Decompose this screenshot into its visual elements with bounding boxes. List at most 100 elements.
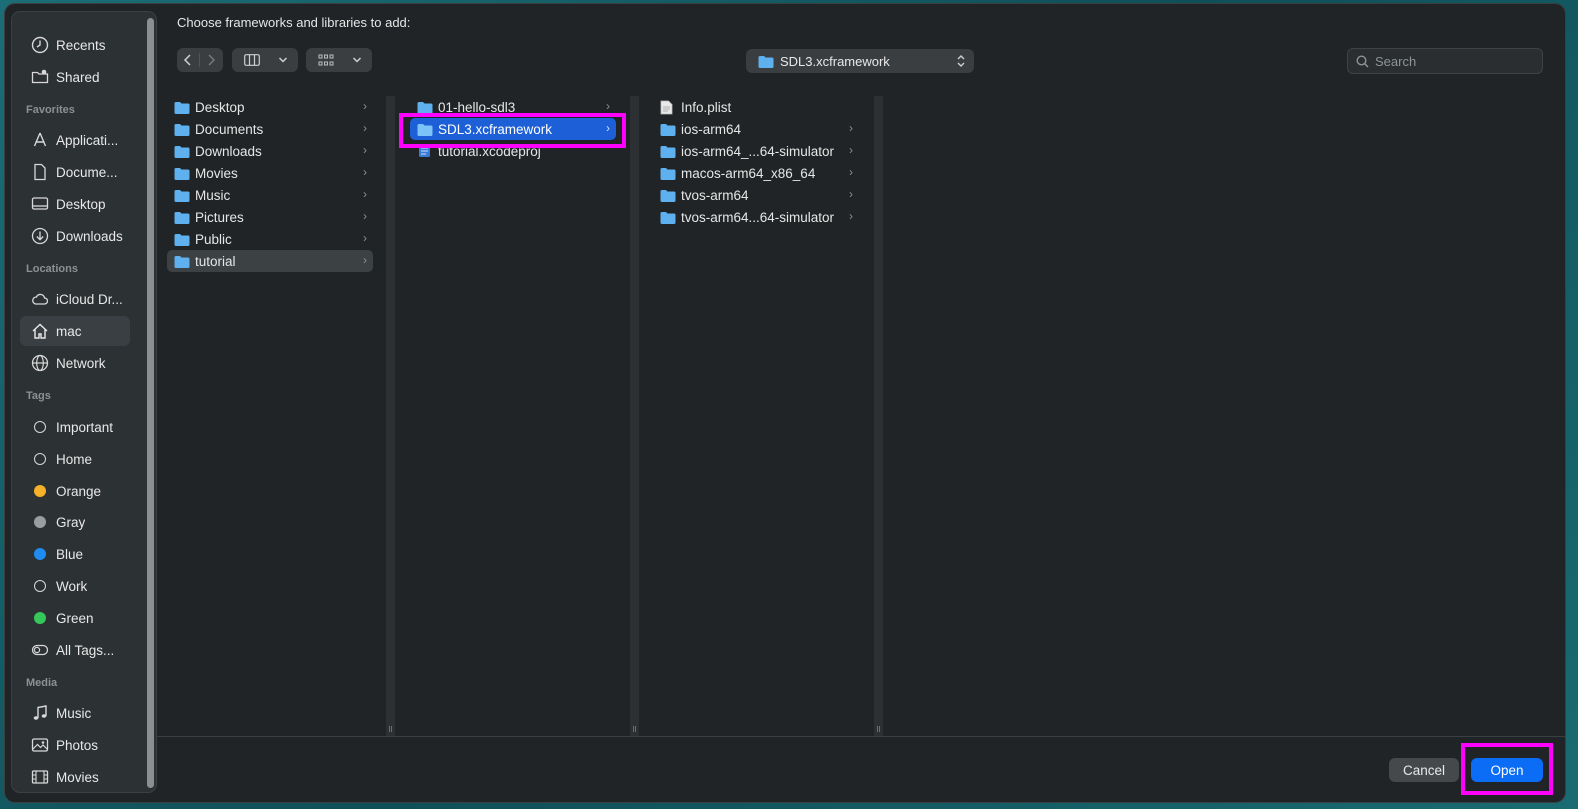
- chevron-right-icon: ›: [363, 231, 367, 245]
- sidebar-item-applications[interactable]: Applicati...: [20, 125, 130, 155]
- list-item-label: tvos-arm64...64-simulator: [681, 209, 835, 225]
- list-item-info-plist[interactable]: Info.plist: [653, 96, 859, 118]
- list-item-macos-arm64-x86-64[interactable]: macos-arm64_x86_64 ›: [653, 162, 859, 184]
- sidebar-item-label: Docume...: [56, 164, 118, 180]
- chevron-right-icon: ›: [363, 143, 367, 157]
- column-resize-handle[interactable]: [874, 96, 883, 736]
- sidebar-item-tag-orange[interactable]: Orange: [20, 476, 130, 506]
- sidebar-item-icloud-drive[interactable]: iCloud Dr...: [20, 284, 130, 314]
- chevron-right-icon: ›: [849, 187, 853, 201]
- sidebar-item-recents[interactable]: Recents: [20, 30, 130, 60]
- sidebar-item-documents[interactable]: Docume...: [20, 157, 130, 187]
- desktop-icon: [29, 193, 51, 215]
- sidebar-item-tag-gray[interactable]: Gray: [20, 507, 130, 537]
- folder-icon: [174, 254, 190, 268]
- chevron-down-icon: [272, 48, 294, 72]
- sidebar-item-desktop[interactable]: Desktop: [20, 189, 130, 219]
- applications-icon: [29, 129, 51, 151]
- column-resize-handle[interactable]: [630, 96, 639, 736]
- list-item-downloads[interactable]: Downloads ›: [167, 140, 373, 162]
- list-item-label: tvos-arm64: [681, 187, 749, 203]
- sidebar-item-label: Work: [56, 578, 88, 594]
- chevron-right-icon: ›: [363, 187, 367, 201]
- clock-icon: [29, 34, 51, 56]
- list-item-ios-arm64-simulator[interactable]: ios-arm64_...64-simulator ›: [653, 140, 859, 162]
- sidebar-item-mac[interactable]: mac: [20, 316, 130, 346]
- list-item-tvos-arm64[interactable]: tvos-arm64 ›: [653, 184, 859, 206]
- column-resize-handle[interactable]: [386, 96, 395, 736]
- browser-column-3: Info.plist ios-arm64 › ios-arm64_...64-si…: [653, 96, 865, 732]
- highlight-box-framework: [399, 113, 626, 148]
- sidebar-item-tag-green[interactable]: Green: [20, 603, 130, 633]
- tag-ring-icon: [29, 416, 51, 438]
- list-item-music[interactable]: Music ›: [167, 184, 373, 206]
- sidebar-item-label: Applicati...: [56, 132, 119, 148]
- folder-icon: [174, 100, 190, 114]
- sidebar-item-all-tags[interactable]: All Tags...: [20, 635, 130, 665]
- tag-blue-icon: [29, 543, 51, 565]
- sidebar-item-music[interactable]: Music: [20, 698, 130, 728]
- list-item-pictures[interactable]: Pictures ›: [167, 206, 373, 228]
- sidebar-item-label: Gray: [56, 514, 86, 530]
- sidebar-item-tag-blue[interactable]: Blue: [20, 539, 130, 569]
- sidebar-item-label: Shared: [56, 69, 100, 85]
- view-mode-button[interactable]: [232, 48, 298, 72]
- sidebar-item-movies[interactable]: Movies: [20, 762, 130, 792]
- list-item-label: Music: [195, 187, 231, 203]
- list-item-ios-arm64[interactable]: ios-arm64 ›: [653, 118, 859, 140]
- column-view-icon: [232, 48, 272, 72]
- tag-orange-icon: [29, 480, 51, 502]
- sidebar-item-photos[interactable]: Photos: [20, 730, 130, 760]
- document-icon: [29, 161, 51, 183]
- forward-button[interactable]: [200, 48, 222, 72]
- sidebar-item-label: All Tags...: [56, 642, 115, 658]
- list-item-tutorial[interactable]: tutorial ›: [167, 250, 373, 272]
- sidebar-item-label: Movies: [56, 769, 99, 785]
- list-item-movies[interactable]: Movies ›: [167, 162, 373, 184]
- section-header-favorites: Favorites: [26, 104, 75, 116]
- sidebar-item-label: Music: [56, 705, 92, 721]
- sidebar-item-label: mac: [56, 323, 82, 339]
- sidebar-item-shared[interactable]: Shared: [20, 62, 130, 92]
- tag-ring-icon: [29, 575, 51, 597]
- grip-icon: [633, 726, 636, 732]
- sidebar-item-network[interactable]: Network: [20, 348, 130, 378]
- chevron-right-icon: ›: [363, 209, 367, 223]
- photo-icon: [29, 734, 51, 756]
- browser-column-1: Desktop › Documents › Downloads › Movies › M…: [167, 96, 379, 732]
- sidebar-item-downloads[interactable]: Downloads: [20, 221, 130, 251]
- back-forward-group: [177, 48, 223, 72]
- browser-column-2: 01-hello-sdl3 › SDL3.xcframework › tutoria…: [410, 96, 622, 732]
- list-item-desktop[interactable]: Desktop ›: [167, 96, 373, 118]
- list-item-label: Movies: [195, 165, 238, 181]
- sidebar-scrollbar[interactable]: [147, 18, 154, 788]
- folder-icon: [174, 122, 190, 136]
- chevron-left-icon: [183, 54, 191, 66]
- path-popup-button[interactable]: SDL3.xcframework: [746, 49, 974, 73]
- sidebar-item-tag-home[interactable]: Home: [20, 444, 130, 474]
- folder-icon: [660, 188, 676, 202]
- list-item-tvos-arm64-simulator[interactable]: tvos-arm64...64-simulator ›: [653, 206, 859, 228]
- list-item-label: Pictures: [195, 209, 244, 225]
- section-header-media: Media: [26, 677, 58, 689]
- list-item-label: Desktop: [195, 99, 245, 115]
- sidebar-item-label: iCloud Dr...: [56, 291, 123, 307]
- search-field[interactable]: Search: [1347, 48, 1543, 74]
- all-tags-icon: [29, 639, 51, 661]
- dialog-prompt: Choose frameworks and libraries to add:: [177, 15, 411, 30]
- open-dialog: Recents Shared Favorites Applicati... Do…: [4, 3, 1566, 803]
- chevron-right-icon: ›: [363, 253, 367, 267]
- back-button[interactable]: [177, 48, 199, 72]
- list-item-documents[interactable]: Documents ›: [167, 118, 373, 140]
- cancel-button[interactable]: Cancel: [1389, 758, 1459, 782]
- sidebar-item-tag-work[interactable]: Work: [20, 571, 130, 601]
- group-by-button[interactable]: [306, 48, 372, 72]
- sidebar-item-tag-important[interactable]: Important: [20, 412, 130, 442]
- grip-icon: [389, 726, 392, 732]
- sidebar-item-label: Home: [56, 451, 93, 467]
- folder-icon: [174, 144, 190, 158]
- list-item-public[interactable]: Public ›: [167, 228, 373, 250]
- sidebar-item-label: Desktop: [56, 196, 106, 212]
- plist-file-icon: [660, 100, 676, 114]
- grip-icon: [877, 726, 880, 732]
